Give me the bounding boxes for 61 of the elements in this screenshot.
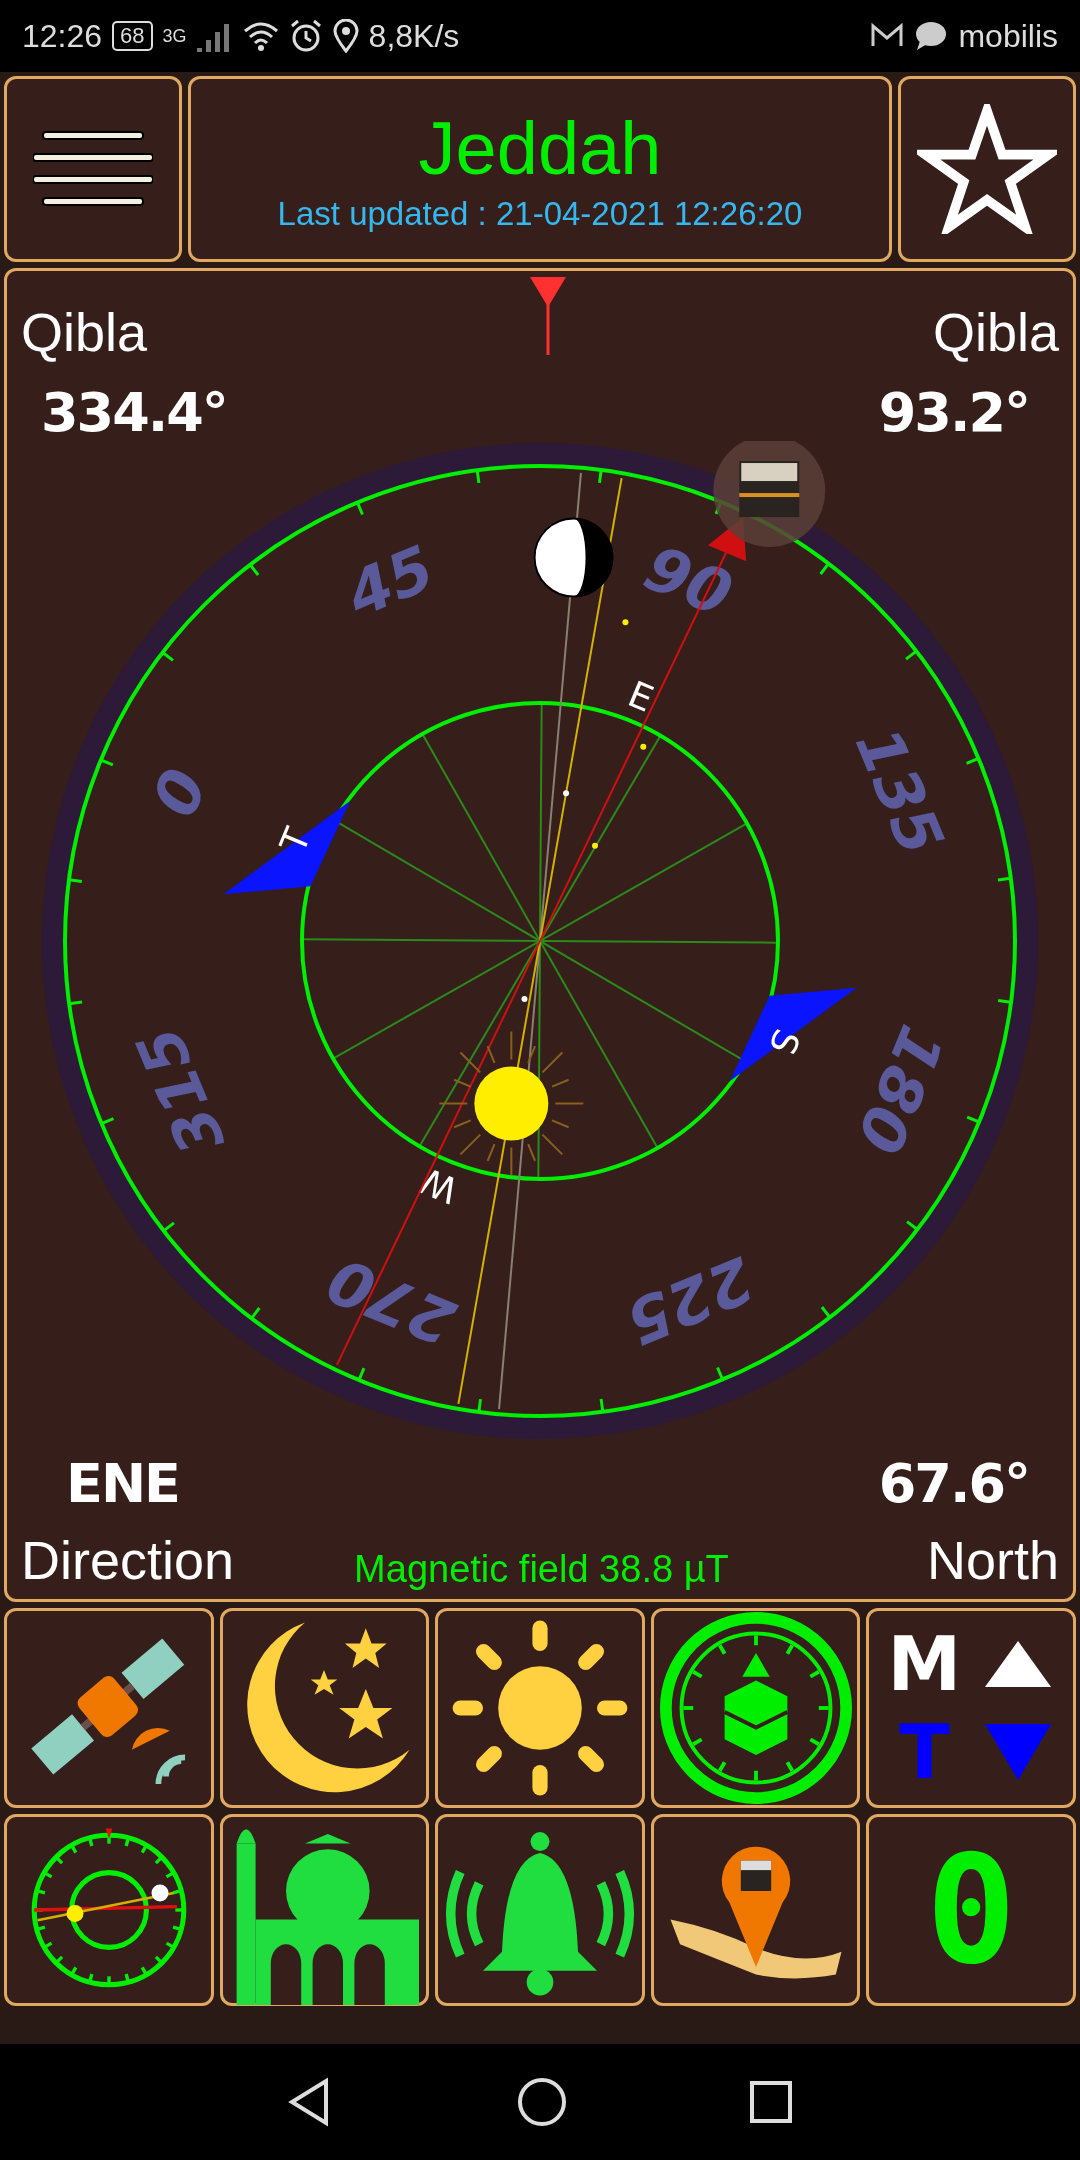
dial-label: 135 bbox=[840, 717, 959, 866]
cardinal-letter: W bbox=[414, 1159, 464, 1212]
cardinal-letter: E bbox=[622, 673, 660, 720]
tool-button[interactable] bbox=[435, 1814, 645, 2006]
north-label: North bbox=[926, 1529, 1059, 1591]
counter-digit: 0 bbox=[926, 1835, 1017, 1985]
last-updated: Last updated : 21-04-2021 12:26:20 bbox=[277, 194, 803, 233]
favorite-button[interactable] bbox=[898, 76, 1076, 262]
star-dot bbox=[640, 743, 647, 750]
direction-value: ENE bbox=[65, 1452, 180, 1515]
star-dot bbox=[622, 619, 629, 626]
tool-button[interactable]: 0 bbox=[866, 1814, 1076, 2006]
chat-icon bbox=[914, 21, 949, 51]
up-triangle-icon bbox=[983, 1639, 1053, 1689]
menu-button[interactable] bbox=[4, 76, 182, 262]
star-dot bbox=[592, 842, 598, 849]
carrier-name: mobilis bbox=[958, 17, 1058, 55]
recents-icon[interactable] bbox=[748, 2079, 794, 2125]
tool-button[interactable] bbox=[650, 1814, 861, 2006]
kaaba-compass-icon bbox=[657, 1610, 854, 1806]
status-time: 12:26 bbox=[22, 17, 103, 55]
dial-label: 0 bbox=[138, 758, 222, 827]
mail-icon bbox=[870, 23, 905, 49]
flag-letter: T bbox=[272, 822, 319, 859]
wifi-icon bbox=[242, 21, 279, 51]
north-value: 67.6° bbox=[877, 1452, 1030, 1515]
alarm-icon bbox=[288, 19, 323, 53]
kaaba-icon bbox=[713, 441, 826, 548]
qibla-value: 334.4° bbox=[40, 381, 228, 444]
direction-label: Direction bbox=[21, 1529, 235, 1591]
tool-button[interactable] bbox=[219, 1814, 430, 2006]
flag-letter: S bbox=[761, 1023, 808, 1061]
magnetic-field: Magnetic field 38.8 µT bbox=[354, 1548, 729, 1591]
tool-button[interactable] bbox=[4, 1608, 214, 1808]
city-name: Jeddah bbox=[418, 105, 662, 191]
tool-button[interactable] bbox=[4, 1814, 214, 2006]
mode-letter: T bbox=[899, 1715, 950, 1789]
tool-button[interactable] bbox=[650, 1608, 861, 1808]
star-dot bbox=[521, 995, 528, 1002]
qibla-label: Qibla bbox=[932, 301, 1059, 363]
qibla-value: 93.2° bbox=[877, 381, 1030, 444]
qibla-label: Qibla bbox=[21, 301, 148, 363]
moon-icon bbox=[533, 517, 614, 598]
battery-level: 68 bbox=[112, 21, 153, 51]
network-type: 3G bbox=[162, 25, 187, 47]
dial-label: 180 bbox=[841, 1015, 959, 1164]
mode-letter: M bbox=[887, 1627, 962, 1701]
dial-label: 90 bbox=[634, 530, 743, 632]
tool-button[interactable] bbox=[219, 1608, 430, 1808]
home-icon[interactable] bbox=[516, 2076, 568, 2128]
tool-button[interactable] bbox=[435, 1608, 645, 1808]
star-icon bbox=[917, 104, 1057, 234]
dial-label: 315 bbox=[121, 1016, 240, 1165]
dial-label: 225 bbox=[615, 1241, 764, 1360]
tool-button[interactable]: M T bbox=[866, 1608, 1076, 1808]
star-dot bbox=[563, 790, 570, 797]
location-icon bbox=[332, 19, 359, 53]
network-speed: 8,8K/s bbox=[368, 17, 460, 55]
dial-label: 45 bbox=[336, 531, 445, 632]
dial-label: 270 bbox=[317, 1242, 466, 1360]
down-triangle-icon bbox=[983, 1722, 1053, 1782]
